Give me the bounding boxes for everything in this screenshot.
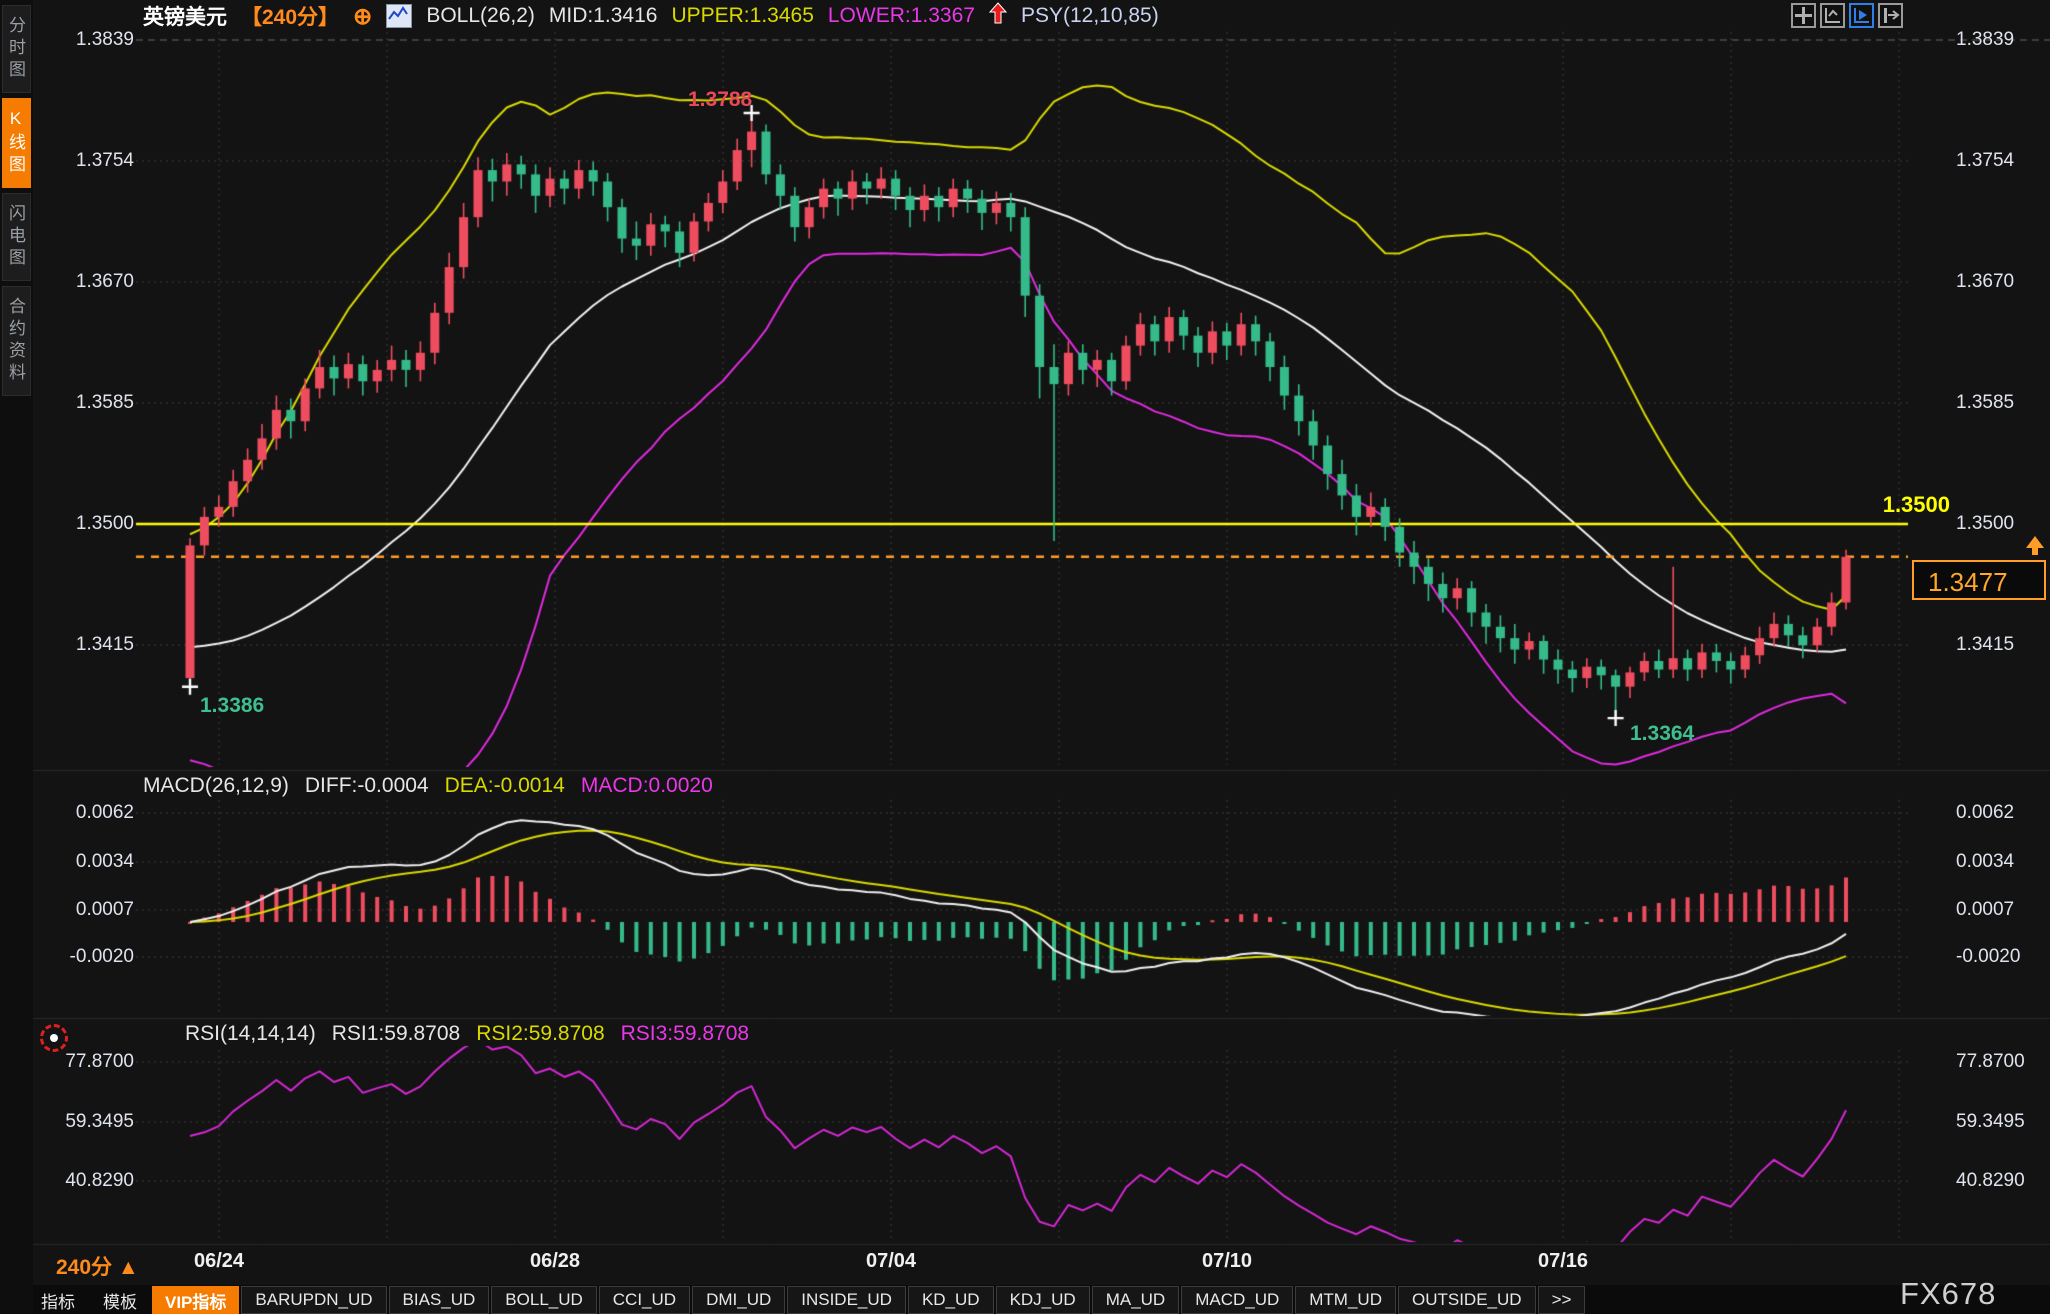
macd-value: MACD:0.0020 (581, 774, 713, 798)
price-axis-label: 1.3754 (1956, 150, 2048, 172)
date-axis-label: 07/16 (1503, 1250, 1623, 1273)
price-axis-label: 1.3670 (1956, 271, 2048, 293)
footer-period-selector[interactable]: 240分 ▲ (56, 1251, 139, 1281)
indicator-tab-[interactable]: >> (1538, 1286, 1586, 1314)
horizontal-line-label: 1.3500 (1760, 492, 1950, 518)
macd-axis-label: 0.0007 (1956, 899, 2048, 921)
indicator-tab-macdud[interactable]: MACD_UD (1181, 1286, 1293, 1314)
sidebar-item-tab[interactable]: 合约资料 (2, 286, 31, 396)
brand-watermark: FX678 (1900, 1276, 1996, 1312)
sidebar-item-active[interactable]: K线图 (2, 98, 31, 188)
swing-low-label: 1.3364 (1630, 722, 1694, 746)
rsi-axis-label: 59.3495 (1956, 1111, 2048, 1133)
psy-indicator-label[interactable]: PSY(12,10,85) (1021, 4, 1159, 28)
sidebar-item-tab[interactable]: 分时图 (2, 5, 31, 93)
macd-axis-label: 0.0062 (28, 802, 134, 824)
rsi-axis-label: 40.8290 (1956, 1170, 2048, 1192)
sidebar-item-tab[interactable]: 闪电图 (2, 193, 31, 281)
macd-header: MACD(26,12,9) DIFF:-0.0004 DEA:-0.0014 M… (143, 774, 713, 798)
price-axis-label: 1.3415 (28, 634, 134, 656)
session-low-label: 1.3386 (200, 694, 264, 718)
swing-high-label: 1.3788 (688, 88, 752, 112)
boll-mid-value: MID:1.3416 (549, 4, 658, 28)
price-axis-label: 1.3585 (1956, 392, 2048, 414)
macd-axis-label: 0.0034 (1956, 851, 2048, 873)
price-chart-canvas[interactable] (0, 0, 2050, 1314)
macd-dea-value: DEA:-0.0014 (445, 774, 565, 798)
price-axis-label: 1.3754 (28, 150, 134, 172)
price-axis-label: 1.3839 (28, 29, 134, 51)
price-axis-label: 1.3670 (28, 271, 134, 293)
price-axis-label: 1.3500 (28, 513, 134, 535)
date-axis-label: 06/24 (159, 1250, 279, 1273)
alarm-indicator-icon[interactable] (40, 1024, 68, 1052)
rsi-axis-label: 40.8290 (28, 1170, 134, 1192)
rsi-axis-label: 59.3495 (28, 1111, 134, 1133)
chart-header: 英镑美元 【240分】 ⊕ BOLL(26,2) MID:1.3416 UPPE… (143, 2, 1159, 30)
indicator-tabbar: 指标模板VIP指标BARUPDN_UDBIAS_UDBOLL_UDCCI_UDD… (28, 1286, 1585, 1314)
indicator-tab-dmiud[interactable]: DMI_UD (692, 1286, 785, 1314)
macd-title[interactable]: MACD(26,12,9) (143, 774, 289, 798)
move-tool-icon[interactable] (1791, 3, 1816, 28)
price-axis-label: 1.3585 (28, 392, 134, 414)
timeframe-label[interactable]: 【240分】 (241, 1, 339, 31)
price-axis-label: 1.3500 (1956, 513, 2048, 535)
last-price-box: 1.3477 (1912, 560, 2046, 600)
axis-play-icon[interactable] (1849, 3, 1874, 28)
indicator-tab-outsideud[interactable]: OUTSIDE_UD (1398, 1286, 1536, 1314)
indicator-tab-barupdnud[interactable]: BARUPDN_UD (241, 1286, 386, 1314)
price-axis-label: 1.3415 (1956, 634, 2048, 656)
indicator-tab-kdjud[interactable]: KDJ_UD (996, 1286, 1090, 1314)
rsi-title[interactable]: RSI(14,14,14) (185, 1022, 316, 1046)
rsi-axis-label: 77.8700 (28, 1051, 134, 1073)
axis-scale-icon[interactable] (1820, 3, 1845, 28)
macd-axis-label: -0.0020 (1956, 946, 2048, 968)
rsi1-value: RSI1:59.8708 (332, 1022, 460, 1046)
indicator-tab-maud[interactable]: MA_UD (1092, 1286, 1180, 1314)
add-indicator-icon[interactable]: ⊕ (353, 3, 372, 30)
kline-chart-icon[interactable] (386, 4, 412, 28)
indicator-tab-mtmud[interactable]: MTM_UD (1295, 1286, 1396, 1314)
chart-type-sidebar: 分时图 K线图闪电图合约资料 (0, 0, 33, 1314)
indicator-tab-insideud[interactable]: INSIDE_UD (787, 1286, 906, 1314)
indicator-tab-biasud[interactable]: BIAS_UD (389, 1286, 490, 1314)
macd-diff-value: DIFF:-0.0004 (305, 774, 429, 798)
chart-application: 分时图 K线图闪电图合约资料 英镑美元 【240分】 ⊕ BOLL(26,2) M… (0, 0, 2050, 1314)
rsi-axis-label: 77.8700 (1956, 1051, 2048, 1073)
rsi-header: RSI(14,14,14) RSI1:59.8708 RSI2:59.8708 … (185, 1022, 749, 1046)
boll-lower-value: LOWER:1.3367 (828, 4, 975, 28)
price-up-arrow-icon (2026, 536, 2044, 548)
chart-toolbar (1791, 3, 1903, 28)
indicator-tab-cciud[interactable]: CCI_UD (599, 1286, 690, 1314)
indicator-tab-bollud[interactable]: BOLL_UD (491, 1286, 596, 1314)
indicator-tab-[interactable]: 指标 (28, 1286, 88, 1314)
symbol-name: 英镑美元 (143, 1, 227, 31)
red-up-arrow-icon (989, 2, 1007, 30)
rsi3-value: RSI3:59.8708 (621, 1022, 749, 1046)
boll-upper-value: UPPER:1.3465 (671, 4, 813, 28)
indicator-tab-kdud[interactable]: KD_UD (908, 1286, 994, 1314)
axis-exit-icon[interactable] (1878, 3, 1903, 28)
boll-indicator-label[interactable]: BOLL(26,2) (426, 4, 535, 28)
rsi2-value: RSI2:59.8708 (476, 1022, 604, 1046)
macd-axis-label: 0.0007 (28, 899, 134, 921)
macd-axis-label: -0.0020 (28, 946, 134, 968)
date-axis-label: 07/10 (1167, 1250, 1287, 1273)
indicator-tab-[interactable]: 模板 (90, 1286, 150, 1314)
date-axis-label: 07/04 (831, 1250, 951, 1273)
date-axis-label: 06/28 (495, 1250, 615, 1273)
indicator-tab-vip[interactable]: VIP指标 (152, 1286, 239, 1314)
price-axis-label: 1.3839 (1956, 29, 2048, 51)
macd-axis-label: 0.0034 (28, 851, 134, 873)
macd-axis-label: 0.0062 (1956, 802, 2048, 824)
